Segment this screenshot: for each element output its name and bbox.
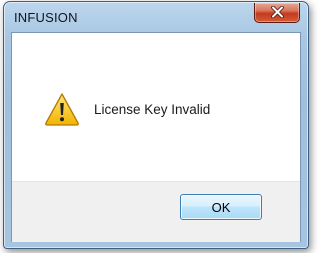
close-button[interactable] — [254, 3, 300, 23]
dialog-client-area: License Key Invalid OK — [11, 32, 301, 242]
message-text: License Key Invalid — [94, 102, 211, 117]
close-icon — [271, 6, 284, 18]
title-bar[interactable]: INFUSION — [4, 2, 308, 32]
button-bar: OK — [12, 181, 300, 242]
ok-button[interactable]: OK — [180, 194, 262, 220]
dialog-window: INFUSION License Key Invalid OK — [3, 1, 309, 249]
window-title: INFUSION — [14, 10, 78, 25]
message-area: License Key Invalid — [12, 33, 300, 181]
warning-icon — [45, 93, 79, 126]
